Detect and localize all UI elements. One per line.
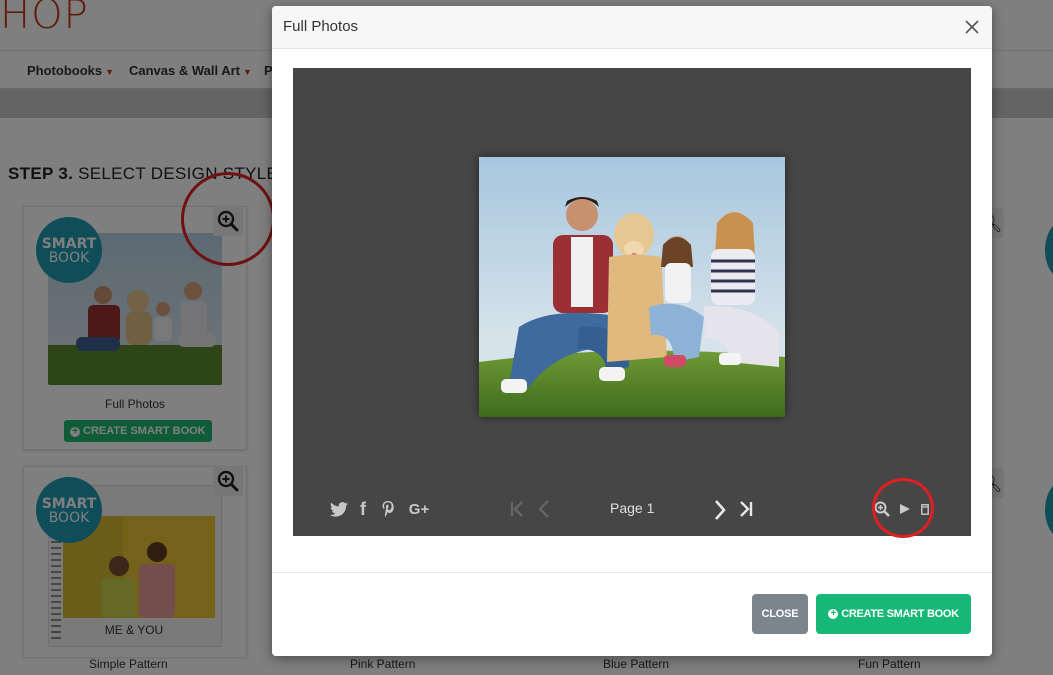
next-page-icon [715,500,726,520]
modal-footer-divider [272,572,992,573]
flipbook-viewer: f G+ Page 1 [293,68,971,536]
modal-close-button[interactable] [960,15,984,39]
prev-page-icon [538,500,549,518]
next-page-button[interactable] [711,500,729,520]
twitter-share-button[interactable] [329,500,349,518]
google-plus-icon: G+ [408,500,430,518]
modal-header: Full Photos [272,6,992,49]
pinterest-share-button[interactable] [379,499,397,519]
first-page-button[interactable] [508,500,526,518]
close-icon [965,20,979,34]
highlight-circle [872,478,934,538]
preview-modal: Full Photos f G+ Page 1 CLOSE + CREATE S… [272,6,992,656]
family-photo [479,157,785,417]
modal-title: Full Photos [283,18,359,35]
prev-page-button[interactable] [535,500,553,518]
last-page-button[interactable] [737,500,755,518]
plus-circle-icon: + [828,609,839,619]
twitter-icon [330,501,348,517]
pinterest-icon [382,501,394,517]
facebook-icon: f [360,498,366,519]
facebook-share-button[interactable]: f [356,499,370,519]
page-photo [479,157,785,417]
close-button[interactable]: CLOSE [752,594,808,634]
page-indicator: Page 1 [610,500,655,516]
google-plus-share-button[interactable]: G+ [407,500,431,518]
last-page-icon [740,501,753,517]
first-page-icon [510,501,523,517]
create-smart-book-button[interactable]: +CREATE SMART BOOK [816,594,971,634]
